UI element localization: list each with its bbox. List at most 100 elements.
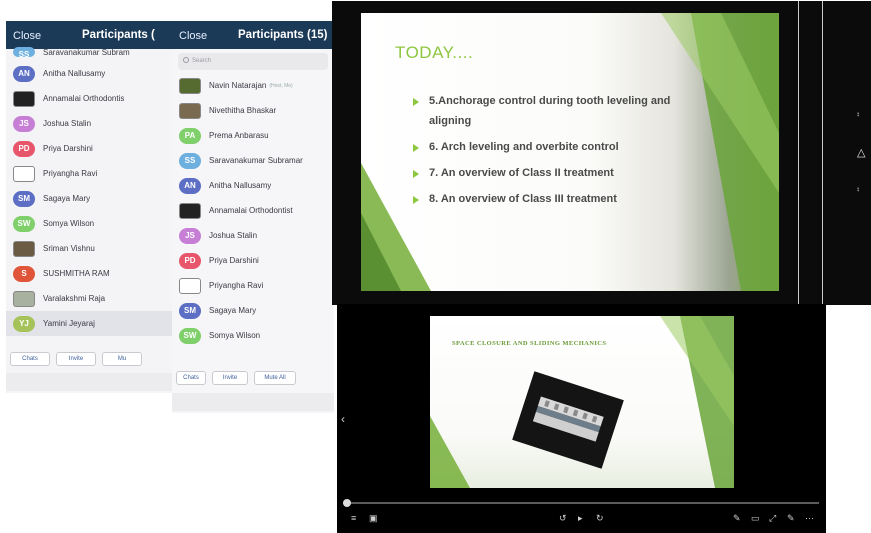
bullet-arrow-icon	[413, 170, 419, 178]
participant-name: Saravanakumar Subramar	[209, 156, 303, 165]
rewind-icon[interactable]: ↺	[559, 513, 567, 524]
participant-row[interactable]: YJ Yamini Jeyaraj	[6, 311, 172, 336]
participant-row[interactable]: JS Joshua Stalin	[172, 223, 334, 248]
participant-name: Sagaya Mary	[209, 306, 257, 315]
clear-tool-icon[interactable]: ⨾	[857, 182, 859, 195]
participant-name: Priyangha Ravi	[43, 169, 98, 178]
bullet-item: 7. An overview of Class II treatment	[413, 163, 713, 183]
participant-row[interactable]: SW Somya Wilson	[6, 211, 172, 236]
avatar: SM	[179, 302, 201, 319]
toolbar-button[interactable]: Chats	[176, 371, 206, 385]
bullet-item: 6. Arch leveling and overbite control	[413, 137, 713, 157]
share-icon[interactable]: ▭	[751, 513, 760, 524]
avatar: SS	[13, 47, 35, 59]
avatar: SW	[179, 327, 201, 344]
close-button[interactable]: Close	[179, 30, 207, 42]
search-icon	[183, 57, 189, 63]
zoom-icon[interactable]: ⤢	[769, 513, 776, 524]
participant-row[interactable]: Priyangha Ravi	[6, 161, 172, 186]
participant-row[interactable]: JS Joshua Stalin	[6, 111, 172, 136]
avatar	[179, 202, 201, 219]
presentation-view-1: TODAY.... 5.Anchorage control during too…	[332, 1, 871, 305]
participants-toolbar: Chats Invite Mute All	[172, 368, 334, 390]
slide-title: SPACE CLOSURE AND SLIDING MECHANICS	[452, 340, 607, 347]
toolbar-button[interactable]: Mu	[102, 352, 142, 366]
avatar: AN	[179, 177, 201, 194]
participant-row[interactable]: Priyangha Ravi	[172, 273, 334, 298]
participants-title: Participants (15)	[238, 29, 328, 41]
participant-row[interactable]: Varalakshmi Raja	[6, 286, 172, 311]
participant-row[interactable]: PD Priya Darshini	[6, 136, 172, 161]
grid-icon[interactable]: ▣	[369, 513, 378, 524]
avatar	[179, 102, 201, 119]
avatar: S	[13, 265, 35, 282]
participant-row[interactable]: AN Anitha Nallusamy	[172, 173, 334, 198]
participant-row[interactable]: PD Priya Darshini	[172, 248, 334, 273]
participant-row[interactable]: S SUSHMITHA RAM	[6, 261, 172, 286]
avatar: YJ	[13, 315, 35, 332]
toolbar-button[interactable]: Chats	[10, 352, 50, 366]
participants-toolbar: Chats Invite Mu	[6, 349, 172, 371]
participant-row[interactable]: Nivethitha Bhaskar	[172, 98, 334, 123]
participants-list: Navin Natarajan (Host, Me) Nivethitha Bhas…	[172, 73, 334, 348]
participant-name: Priya Darshini	[209, 256, 259, 265]
participant-row[interactable]: Navin Natarajan (Host, Me)	[172, 73, 334, 98]
divider	[822, 1, 823, 305]
avatar	[179, 277, 201, 294]
avatar	[13, 240, 35, 257]
scrubber-knob[interactable]	[343, 499, 351, 507]
toolbar-button[interactable]: Invite	[212, 371, 248, 385]
participant-name: SUSHMITHA RAM	[43, 269, 110, 278]
bullet-arrow-icon	[413, 196, 419, 204]
participant-name: Yamini Jeyaraj	[43, 319, 95, 328]
avatar: JS	[13, 115, 35, 132]
slide-title: TODAY....	[395, 43, 474, 62]
participant-row[interactable]: Sriman Vishnu	[6, 236, 172, 261]
participant-name: Anitha Nallusamy	[209, 181, 272, 190]
avatar	[13, 290, 35, 307]
avatar: AN	[13, 65, 35, 82]
participant-row[interactable]: Annamalai Orthodontist	[172, 198, 334, 223]
participants-header: Close Participants (	[6, 21, 172, 49]
avatar	[13, 90, 35, 107]
bullet-arrow-icon	[413, 144, 419, 152]
participant-name: Joshua Stalin	[43, 119, 92, 128]
divider	[798, 1, 799, 305]
avatar: SM	[13, 190, 35, 207]
participants-panel-2: Close Participants (15) Search Navin Nat…	[172, 21, 334, 413]
participant-name: Saravanakumar Subram	[43, 47, 130, 57]
participants-panel-1: Close Participants ( SS Saravanakumar Sub…	[6, 21, 172, 393]
toolbar-button[interactable]: Invite	[56, 352, 96, 366]
chevron-left-icon[interactable]: ‹	[341, 412, 345, 426]
lasso-tool-icon[interactable]: ⨾	[857, 107, 859, 120]
more-icon[interactable]: ⋯	[805, 513, 814, 524]
participant-row[interactable]: PA Prema Anbarasu	[172, 123, 334, 148]
participant-row[interactable]: SS Saravanakumar Subramar	[172, 148, 334, 173]
eraser-tool-icon[interactable]: △	[857, 146, 865, 159]
screenshot-collage: Close Participants ( SS Saravanakumar Sub…	[0, 0, 871, 533]
edit-icon[interactable]: ✎	[787, 513, 795, 524]
close-button[interactable]: Close	[13, 30, 41, 42]
participant-row[interactable]: Annamalai Orthodontis	[6, 86, 172, 111]
pen-icon[interactable]: ✎	[733, 513, 741, 524]
participant-row[interactable]: AN Anitha Nallusamy	[6, 61, 172, 86]
avatar	[179, 77, 201, 94]
participant-row[interactable]: SS Saravanakumar Subram	[6, 47, 172, 61]
toolbar-button[interactable]: Mute All	[254, 371, 296, 385]
host-tag: (Host, Me)	[269, 82, 293, 89]
participant-row[interactable]: SM Sagaya Mary	[172, 298, 334, 323]
participant-name: Somya Wilson	[209, 331, 261, 340]
participant-name: Priyangha Ravi	[209, 281, 264, 290]
participants-header: Close Participants (15)	[172, 21, 334, 49]
slide-today: TODAY.... 5.Anchorage control during too…	[361, 13, 779, 291]
participant-row[interactable]: SM Sagaya Mary	[6, 186, 172, 211]
playback-scrubber[interactable]	[343, 499, 819, 507]
search-input[interactable]: Search	[178, 53, 328, 70]
avatar: PD	[13, 140, 35, 157]
play-icon[interactable]: ▸	[578, 513, 583, 524]
avatar: JS	[179, 227, 201, 244]
participant-row[interactable]: SW Somya Wilson	[172, 323, 334, 348]
avatar: PD	[179, 252, 201, 269]
forward-icon[interactable]: ↻	[596, 513, 604, 524]
menu-icon[interactable]: ≡	[351, 513, 356, 523]
